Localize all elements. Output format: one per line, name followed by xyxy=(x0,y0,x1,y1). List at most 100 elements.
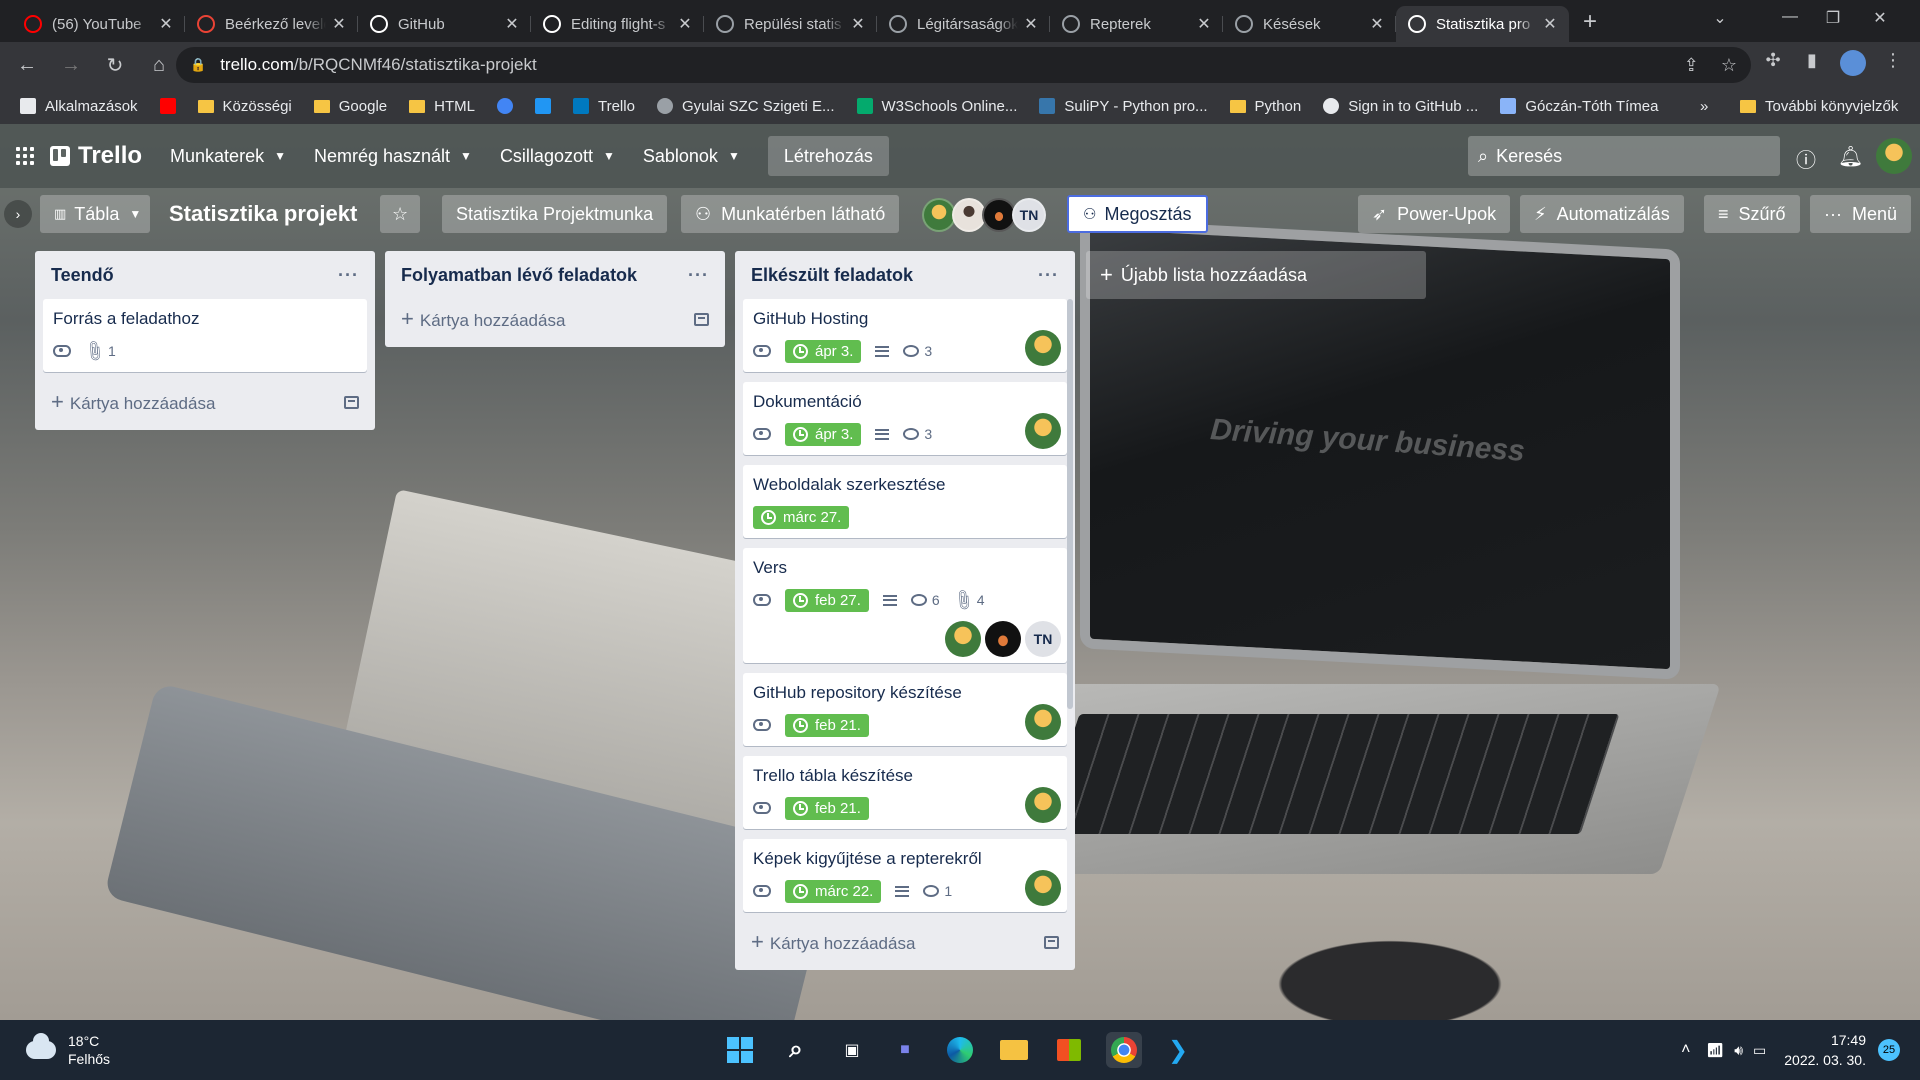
menu-workspaces[interactable]: Munkaterek ▼ xyxy=(170,146,286,167)
member-avatar[interactable] xyxy=(1025,704,1061,740)
account-avatar[interactable] xyxy=(1876,138,1912,178)
add-card-button[interactable]: + Kártya hozzáadása xyxy=(743,922,1067,962)
reload-icon[interactable]: ↻ xyxy=(98,48,132,82)
teams-chat-icon[interactable]: ■ xyxy=(887,1032,923,1068)
bookmark-item[interactable]: Közösségi xyxy=(197,98,292,115)
close-tab-icon[interactable]: ✕ xyxy=(1541,14,1559,34)
create-from-template-icon[interactable] xyxy=(1044,935,1059,949)
profile-avatar[interactable] xyxy=(1838,50,1868,81)
card[interactable]: Dokumentáció ápr 3. 3 xyxy=(743,382,1067,455)
card[interactable]: Vers feb 27. 6 📎︎ 4 TN xyxy=(743,548,1067,663)
create-from-template-icon[interactable] xyxy=(694,312,709,326)
member-avatar[interactable] xyxy=(1025,870,1061,906)
notification-badge[interactable]: 25 xyxy=(1878,1039,1900,1061)
list-scrollbar[interactable] xyxy=(1067,299,1073,709)
due-date-badge[interactable]: ápr 3. xyxy=(785,422,862,446)
side-panel-icon[interactable]: ▮ xyxy=(1797,50,1827,71)
chevron-up-icon[interactable]: ˄ xyxy=(1681,1041,1690,1059)
forward-icon[interactable]: → xyxy=(54,48,88,82)
notifications-bell-icon[interactable]: 🔔︎ xyxy=(1838,144,1863,169)
board-menu-button[interactable]: ··· Menü xyxy=(1810,195,1912,233)
list-title[interactable]: Teendő xyxy=(51,265,114,286)
automation-button[interactable]: ⚡︎ Automatizálás xyxy=(1520,195,1684,233)
due-date-badge[interactable]: feb 27. xyxy=(785,588,869,612)
menu-templates[interactable]: Sablonok ▼ xyxy=(643,146,740,167)
card[interactable]: Trello tábla készítése feb 21. xyxy=(743,756,1067,829)
filter-button[interactable]: ≡ Szűrő xyxy=(1704,195,1800,233)
close-window-button[interactable]: ✕ xyxy=(1865,8,1895,28)
bookmark-item[interactable] xyxy=(534,98,551,114)
tab-search-icon[interactable]: ⌄ xyxy=(1705,8,1735,28)
chrome-icon[interactable] xyxy=(1106,1032,1142,1068)
close-tab-icon[interactable]: ✕ xyxy=(330,14,348,34)
due-date-badge[interactable]: feb 21. xyxy=(785,796,869,820)
browser-tab[interactable]: Repülési statis ✕ xyxy=(704,6,877,42)
weather-widget[interactable]: 18°C Felhős xyxy=(26,1032,110,1068)
card[interactable]: Weboldalak szerkesztése márc 27. xyxy=(743,465,1067,538)
create-button[interactable]: Létrehozás xyxy=(767,136,889,176)
trello-logo[interactable]: Trello xyxy=(50,142,142,170)
close-tab-icon[interactable]: ✕ xyxy=(1022,14,1040,34)
member-avatar[interactable] xyxy=(1025,413,1061,449)
due-date-badge[interactable]: márc 22. xyxy=(785,879,882,903)
browser-tab[interactable]: GitHub ✕ xyxy=(358,6,531,42)
start-windows-icon[interactable] xyxy=(722,1032,758,1068)
home-icon[interactable]: ⌂ xyxy=(142,48,176,82)
browser-tab[interactable]: Beérkező levelek✕ xyxy=(185,6,358,42)
task-view-icon[interactable]: ▣ xyxy=(834,1032,870,1068)
member-avatar[interactable] xyxy=(982,198,1016,232)
edge-icon[interactable] xyxy=(942,1032,978,1068)
search-input[interactable]: ⌕ Keresés xyxy=(1468,136,1780,176)
more-icon[interactable]: ··· xyxy=(688,265,709,286)
close-tab-icon[interactable]: ✕ xyxy=(1195,14,1213,34)
member-avatar-initials[interactable]: TN xyxy=(1025,621,1061,657)
bookmark-item[interactable]: Google xyxy=(313,98,387,115)
member-avatar[interactable] xyxy=(985,621,1021,657)
due-date-badge[interactable]: ápr 3. xyxy=(785,339,862,363)
bookmark-item[interactable] xyxy=(496,98,513,114)
bookmark-item[interactable]: W3Schools Online... xyxy=(856,98,1017,115)
file-explorer-icon[interactable] xyxy=(996,1032,1032,1068)
member-avatar[interactable] xyxy=(922,198,956,232)
address-bar[interactable]: 🔒 trello.com /b/RQCNMf46/statisztika-pro… xyxy=(176,47,1751,83)
view-switcher-button[interactable]: ▥ Tábla ▼ xyxy=(40,195,150,233)
menu-starred[interactable]: Csillagozott ▼ xyxy=(500,146,615,167)
clock[interactable]: 17:49 2022. 03. 30. xyxy=(1784,1030,1866,1070)
extensions-icon[interactable]: ✣ xyxy=(1758,50,1788,71)
bookmark-item[interactable]: HTML xyxy=(409,98,475,115)
bookmark-star-icon[interactable]: ☆ xyxy=(1721,55,1737,76)
vscode-icon[interactable]: ❯ xyxy=(1160,1032,1196,1068)
powerups-button[interactable]: ➶ Power-Upok xyxy=(1358,195,1511,233)
more-icon[interactable]: ··· xyxy=(1038,265,1059,286)
bookmark-item[interactable] xyxy=(159,98,176,114)
more-icon[interactable]: ··· xyxy=(338,265,359,286)
browser-tab[interactable]: Késések ✕ xyxy=(1223,6,1396,42)
create-from-template-icon[interactable] xyxy=(344,395,359,409)
sidebar-expand-icon[interactable]: › xyxy=(4,200,32,228)
share-button[interactable]: ⚇ Megosztás xyxy=(1067,195,1208,233)
menu-recent[interactable]: Nemrég használt ▼ xyxy=(314,146,472,167)
store-icon[interactable] xyxy=(1051,1032,1087,1068)
list-title[interactable]: Folyamatban lévő feladatok xyxy=(401,265,637,286)
restore-button[interactable]: ❐ xyxy=(1818,8,1848,28)
battery-icon[interactable]: ▭ xyxy=(1753,1042,1766,1059)
chrome-menu-icon[interactable]: ⋮ xyxy=(1878,50,1908,71)
card[interactable]: GitHub Hosting ápr 3. 3 xyxy=(743,299,1067,372)
member-avatar[interactable] xyxy=(945,621,981,657)
star-board-button[interactable]: ☆ xyxy=(380,195,420,233)
apps-switcher-icon[interactable] xyxy=(16,147,34,165)
browser-tab[interactable]: Repterek ✕ xyxy=(1050,6,1223,42)
volume-icon[interactable]: 🔊︎ xyxy=(1734,1042,1743,1059)
close-tab-icon[interactable]: ✕ xyxy=(676,14,694,34)
member-avatar[interactable] xyxy=(1025,787,1061,823)
search-icon[interactable]: ⌕ xyxy=(778,1032,814,1068)
other-bookmarks-folder[interactable]: További könyvjelzők xyxy=(1740,98,1898,115)
add-card-button[interactable]: + Kártya hozzáadása xyxy=(393,299,717,339)
board-title[interactable]: Statisztika projekt xyxy=(169,201,357,227)
member-avatar-initials[interactable]: TN xyxy=(1012,198,1046,232)
close-tab-icon[interactable]: ✕ xyxy=(503,14,521,34)
back-icon[interactable]: ← xyxy=(10,48,44,82)
add-card-button[interactable]: + Kártya hozzáadása xyxy=(43,382,367,422)
more-bookmarks-icon[interactable]: » xyxy=(1700,98,1708,115)
bookmark-item[interactable]: Trello xyxy=(572,98,635,115)
